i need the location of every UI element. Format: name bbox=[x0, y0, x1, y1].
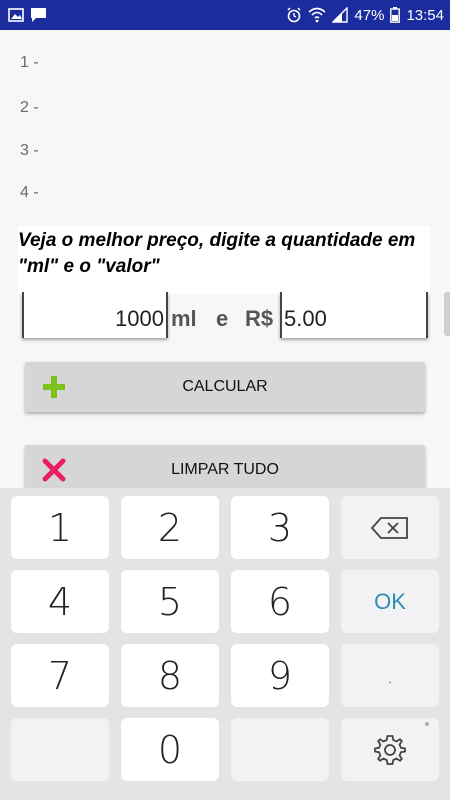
result-line-2: 2 - bbox=[20, 99, 39, 116]
result-line-3: 3 - bbox=[20, 142, 39, 159]
wifi-icon bbox=[308, 7, 326, 23]
currency-label: R$ bbox=[245, 306, 274, 331]
gallery-notification-icon bbox=[8, 8, 24, 22]
key-4[interactable]: 4 bbox=[11, 570, 109, 633]
ml-label: ml bbox=[171, 306, 197, 331]
status-bar: 47% 13:54 bbox=[0, 0, 450, 30]
dot-key[interactable]: . bbox=[341, 644, 439, 707]
ml-input[interactable]: 1000 bbox=[22, 292, 168, 338]
key-7[interactable]: 7 bbox=[11, 644, 109, 707]
instruction-text: Veja o melhor preço, digite a quantidade… bbox=[18, 226, 430, 294]
ok-key[interactable]: OK bbox=[341, 570, 439, 633]
numeric-keyboard: 1 2 3 4 5 6 OK 7 8 9 . 0 bbox=[0, 488, 450, 800]
valor-input[interactable]: 5.00 bbox=[280, 292, 428, 338]
calculate-button-label: CALCULAR bbox=[182, 378, 268, 395]
key-0[interactable]: 0 bbox=[121, 718, 219, 781]
calculate-button[interactable]: CALCULAR bbox=[25, 362, 425, 412]
gear-icon bbox=[374, 734, 406, 765]
and-label: e bbox=[216, 306, 229, 331]
alarm-icon bbox=[287, 7, 301, 23]
message-notification-icon bbox=[31, 8, 46, 22]
battery-icon bbox=[390, 7, 401, 23]
key-6[interactable]: 6 bbox=[231, 570, 329, 633]
battery-percent: 47% bbox=[354, 6, 385, 24]
key-5[interactable]: 5 bbox=[121, 570, 219, 633]
clear-all-button-label: LIMPAR TUDO bbox=[171, 461, 279, 478]
clock-time: 13:54 bbox=[406, 6, 444, 24]
clear-all-button[interactable]: LIMPAR TUDO bbox=[25, 445, 425, 488]
blank-key bbox=[231, 718, 329, 781]
result-line-4: 4 - bbox=[20, 184, 39, 201]
scroll-edge bbox=[444, 292, 450, 336]
plus-icon bbox=[43, 376, 65, 398]
backspace-key[interactable] bbox=[341, 496, 439, 559]
signal-icon bbox=[332, 7, 349, 23]
backspace-icon bbox=[371, 516, 408, 539]
key-1[interactable]: 1 bbox=[11, 496, 109, 559]
app-content: 1 - 2 - 3 - 4 - Veja o melhor preço, dig… bbox=[0, 30, 450, 488]
close-icon bbox=[42, 458, 66, 482]
key-2[interactable]: 2 bbox=[121, 496, 219, 559]
indicator-dot bbox=[425, 722, 429, 726]
blank-key bbox=[11, 718, 109, 781]
key-3[interactable]: 3 bbox=[231, 496, 329, 559]
key-9[interactable]: 9 bbox=[231, 644, 329, 707]
settings-key[interactable] bbox=[341, 718, 439, 781]
key-8[interactable]: 8 bbox=[121, 644, 219, 707]
result-line-1: 1 - bbox=[20, 54, 39, 71]
